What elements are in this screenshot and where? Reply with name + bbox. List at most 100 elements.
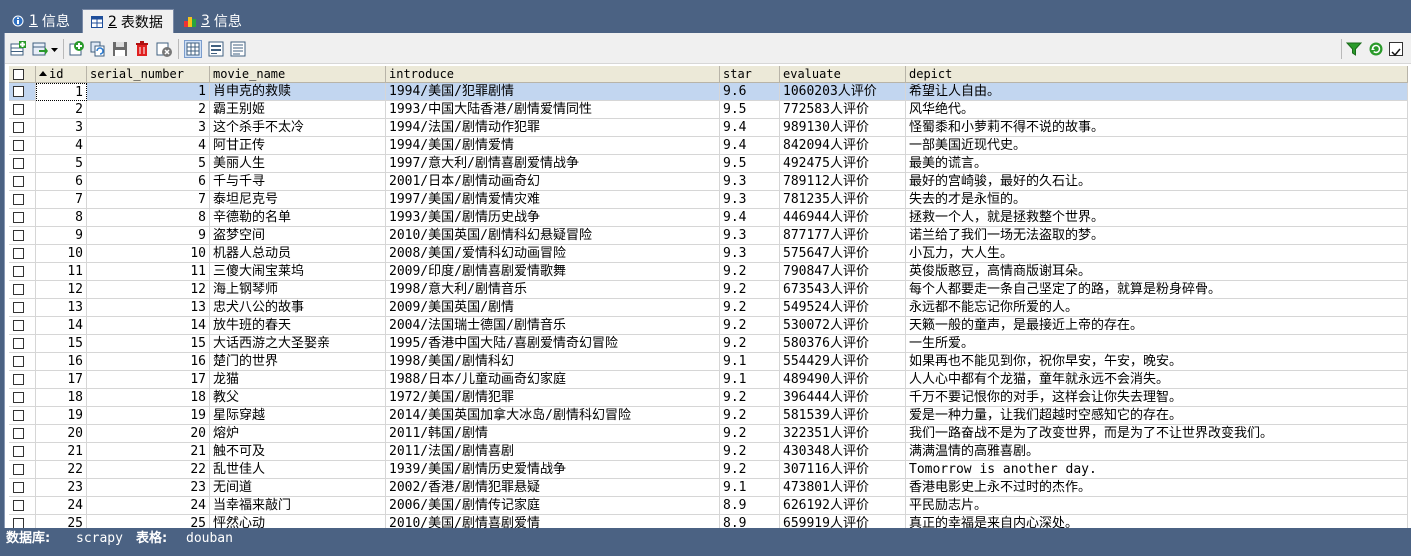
checkbox-icon[interactable]	[13, 266, 24, 277]
cell-movie_name[interactable]: 机器人总动员	[210, 245, 386, 263]
cell-introduce[interactable]: 1998/意大利/剧情音乐	[386, 281, 720, 299]
row-checkbox[interactable]	[9, 119, 36, 137]
cell-evaluate[interactable]: 581539人评价	[780, 407, 906, 425]
cell-movie_name[interactable]: 楚门的世界	[210, 353, 386, 371]
cell-movie_name[interactable]: 海上钢琴师	[210, 281, 386, 299]
cell-evaluate[interactable]: 549524人评价	[780, 299, 906, 317]
cell-evaluate[interactable]: 430348人评价	[780, 443, 906, 461]
cell-movie_name[interactable]: 放牛班的春天	[210, 317, 386, 335]
cell-serial_number[interactable]: 21	[87, 443, 210, 461]
cell-serial_number[interactable]: 9	[87, 227, 210, 245]
cell-star[interactable]: 9.3	[720, 245, 780, 263]
cell-evaluate[interactable]: 446944人评价	[780, 209, 906, 227]
cell-depict[interactable]: 怪蜀黍和小萝莉不得不说的故事。	[906, 119, 1408, 137]
cell-id[interactable]: 19	[36, 407, 87, 425]
refresh-icon[interactable]	[1368, 41, 1384, 57]
checkbox-icon[interactable]	[13, 86, 24, 97]
cell-star[interactable]: 9.2	[720, 263, 780, 281]
cancel-icon[interactable]	[156, 41, 172, 57]
table-row[interactable]: 20 20 熔炉 2011/韩国/剧情 9.2 322351人评价 我们一路奋战不是为了改变…	[9, 425, 1408, 443]
cell-movie_name[interactable]: 盗梦空间	[210, 227, 386, 245]
cell-depict[interactable]: 最美的谎言。	[906, 155, 1408, 173]
cell-introduce[interactable]: 2014/美国英国加拿大冰岛/剧情科幻冒险	[386, 407, 720, 425]
cell-id[interactable]: 6	[36, 173, 87, 191]
cell-star[interactable]: 8.9	[720, 497, 780, 515]
cell-star[interactable]: 9.2	[720, 407, 780, 425]
select-all-checkbox[interactable]	[9, 66, 36, 83]
cell-serial_number[interactable]: 1	[87, 83, 210, 101]
checkbox-icon[interactable]	[1389, 42, 1403, 57]
checkbox-icon[interactable]	[13, 194, 24, 205]
cell-star[interactable]: 9.2	[720, 425, 780, 443]
cell-introduce[interactable]: 1939/美国/剧情历史爱情战争	[386, 461, 720, 479]
column-header-depict[interactable]: depict	[906, 66, 1408, 83]
cell-depict[interactable]: 天籁一般的童声，是最接近上帝的存在。	[906, 317, 1408, 335]
cell-movie_name[interactable]: 辛德勒的名单	[210, 209, 386, 227]
row-checkbox[interactable]	[9, 209, 36, 227]
cell-evaluate[interactable]: 575647人评价	[780, 245, 906, 263]
table-row[interactable]: 12 12 海上钢琴师 1998/意大利/剧情音乐 9.2 673543人评价 每个人都要走…	[9, 281, 1408, 299]
checkbox-icon[interactable]	[13, 140, 24, 151]
row-checkbox[interactable]	[9, 281, 36, 299]
cell-depict[interactable]: 香港电影史上永不过时的杰作。	[906, 479, 1408, 497]
table-row[interactable]: 17 17 龙猫 1988/日本/儿童动画奇幻家庭 9.1 489490人评价 人人心中都有…	[9, 371, 1408, 389]
cell-evaluate[interactable]: 659919人评价	[780, 515, 906, 528]
duplicate-icon[interactable]	[90, 41, 106, 57]
cell-introduce[interactable]: 2011/法国/剧情喜剧	[386, 443, 720, 461]
cell-evaluate[interactable]: 530072人评价	[780, 317, 906, 335]
cell-star[interactable]: 9.1	[720, 479, 780, 497]
row-checkbox[interactable]	[9, 227, 36, 245]
cell-serial_number[interactable]: 4	[87, 137, 210, 155]
table-row[interactable]: 4 4 阿甘正传 1994/美国/剧情爱情 9.4 842094人评价 一部美国近现代史。	[9, 137, 1408, 155]
cell-depict[interactable]: 英俊版憨豆，高情商版谢耳朵。	[906, 263, 1408, 281]
row-checkbox[interactable]	[9, 245, 36, 263]
cell-serial_number[interactable]: 13	[87, 299, 210, 317]
cell-movie_name[interactable]: 肖申克的救赎	[210, 83, 386, 101]
cell-serial_number[interactable]: 14	[87, 317, 210, 335]
cell-id[interactable]: 15	[36, 335, 87, 353]
cell-evaluate[interactable]: 492475人评价	[780, 155, 906, 173]
cell-movie_name[interactable]: 忠犬八公的故事	[210, 299, 386, 317]
cell-introduce[interactable]: 1994/法国/剧情动作犯罪	[386, 119, 720, 137]
cell-depict[interactable]: 失去的才是永恒的。	[906, 191, 1408, 209]
cell-evaluate[interactable]: 473801人评价	[780, 479, 906, 497]
column-header-evaluate[interactable]: evaluate	[780, 66, 906, 83]
cell-serial_number[interactable]: 8	[87, 209, 210, 227]
cell-id[interactable]: 3	[36, 119, 87, 137]
cell-depict[interactable]: 风华绝代。	[906, 101, 1408, 119]
checkbox-icon[interactable]	[13, 248, 24, 259]
grid-view-icon[interactable]	[184, 40, 202, 58]
cell-introduce[interactable]: 1993/中国大陆香港/剧情爱情同性	[386, 101, 720, 119]
cell-serial_number[interactable]: 18	[87, 389, 210, 407]
cell-star[interactable]: 9.4	[720, 209, 780, 227]
cell-evaluate[interactable]: 989130人评价	[780, 119, 906, 137]
cell-id[interactable]: 5	[36, 155, 87, 173]
cell-serial_number[interactable]: 3	[87, 119, 210, 137]
cell-depict[interactable]: 小瓦力，大人生。	[906, 245, 1408, 263]
cell-serial_number[interactable]: 12	[87, 281, 210, 299]
cell-id[interactable]: 7	[36, 191, 87, 209]
cell-evaluate[interactable]: 580376人评价	[780, 335, 906, 353]
cell-introduce[interactable]: 1998/美国/剧情科幻	[386, 353, 720, 371]
row-checkbox[interactable]	[9, 443, 36, 461]
cell-evaluate[interactable]: 1060203人评价	[780, 83, 906, 101]
cell-id[interactable]: 20	[36, 425, 87, 443]
column-header-id[interactable]: id	[36, 66, 87, 83]
row-checkbox[interactable]	[9, 515, 36, 528]
cell-movie_name[interactable]: 乱世佳人	[210, 461, 386, 479]
cell-evaluate[interactable]: 489490人评价	[780, 371, 906, 389]
cell-evaluate[interactable]: 781235人评价	[780, 191, 906, 209]
cell-movie_name[interactable]: 泰坦尼克号	[210, 191, 386, 209]
cell-id[interactable]: 12	[36, 281, 87, 299]
cell-introduce[interactable]: 1994/美国/剧情爱情	[386, 137, 720, 155]
cell-introduce[interactable]: 1988/日本/儿童动画奇幻家庭	[386, 371, 720, 389]
cell-serial_number[interactable]: 11	[87, 263, 210, 281]
row-checkbox[interactable]	[9, 299, 36, 317]
table-row[interactable]: 8 8 辛德勒的名单 1993/美国/剧情历史战争 9.4 446944人评价 拯救一个人，…	[9, 209, 1408, 227]
save-icon[interactable]	[112, 41, 128, 57]
cell-star[interactable]: 9.2	[720, 461, 780, 479]
checkbox-icon[interactable]	[13, 69, 24, 80]
cell-depict[interactable]: 拯救一个人，就是拯救整个世界。	[906, 209, 1408, 227]
cell-introduce[interactable]: 2010/美国/剧情喜剧爱情	[386, 515, 720, 528]
cell-serial_number[interactable]: 15	[87, 335, 210, 353]
